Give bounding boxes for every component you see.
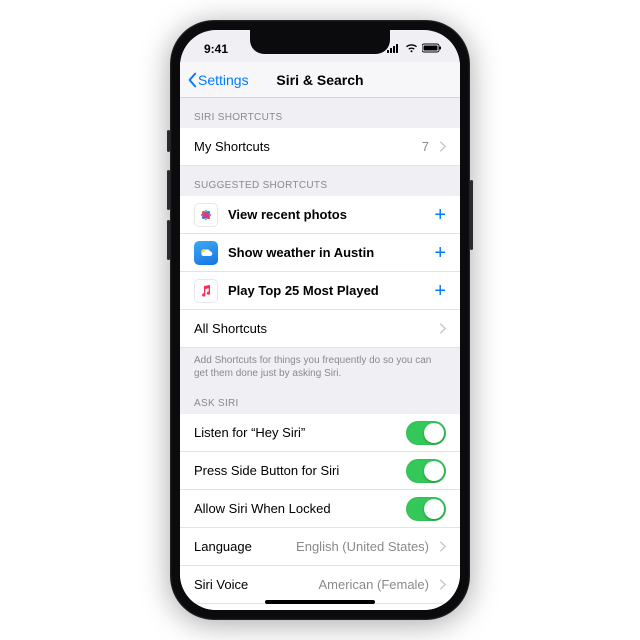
add-shortcut-button[interactable]: + [434, 205, 446, 225]
side-button [470, 180, 473, 250]
chevron-right-icon [439, 141, 446, 152]
settings-scroll[interactable]: SIRI SHORTCUTS My Shortcuts 7 SUGGESTED … [180, 98, 460, 610]
row-label: Siri Voice [194, 577, 308, 592]
row-suggested-music[interactable]: Play Top 25 Most Played + [180, 272, 460, 310]
nav-bar: Settings Siri & Search [180, 62, 460, 98]
mute-switch [167, 130, 170, 152]
section-header-suggested: SUGGESTED SHORTCUTS [180, 166, 460, 196]
row-listen-hey-siri[interactable]: Listen for “Hey Siri” [180, 414, 460, 452]
home-indicator[interactable] [265, 600, 375, 604]
back-label: Settings [198, 72, 249, 88]
volume-up-button [167, 170, 170, 210]
row-label: Press Side Button for Siri [194, 463, 396, 478]
notch [250, 30, 390, 54]
row-label: All Shortcuts [194, 321, 429, 336]
row-detail: American (Female) [318, 577, 429, 592]
row-my-shortcuts[interactable]: My Shortcuts 7 [180, 128, 460, 166]
row-suggested-weather[interactable]: Show weather in Austin + [180, 234, 460, 272]
row-label: View recent photos [228, 207, 424, 222]
add-shortcut-button[interactable]: + [434, 281, 446, 301]
toggle-switch[interactable] [406, 459, 446, 483]
screen: 9:41 Settings Siri & Search SIRI [180, 30, 460, 610]
section-header-ask-siri: ASK SIRI [180, 384, 460, 414]
status-time: 9:41 [204, 42, 228, 56]
row-label: Allow Siri When Locked [194, 501, 396, 516]
row-detail: English (United States) [296, 539, 429, 554]
row-all-shortcuts[interactable]: All Shortcuts [180, 310, 460, 348]
toggle-switch[interactable] [406, 497, 446, 521]
row-label: Play Top 25 Most Played [228, 283, 424, 298]
chevron-right-icon [439, 541, 446, 552]
wifi-icon [405, 42, 418, 56]
photos-app-icon [194, 203, 218, 227]
device-frame: 9:41 Settings Siri & Search SIRI [170, 20, 470, 620]
row-press-side-button[interactable]: Press Side Button for Siri [180, 452, 460, 490]
battery-icon [422, 42, 442, 56]
row-voice-feedback[interactable]: Voice Feedback Always [180, 604, 460, 610]
add-shortcut-button[interactable]: + [434, 243, 446, 263]
row-label: My Shortcuts [194, 139, 412, 154]
chevron-left-icon [186, 72, 198, 88]
section-footer-suggested: Add Shortcuts for things you frequently … [180, 348, 460, 384]
row-detail-count: 7 [422, 139, 429, 154]
toggle-switch[interactable] [406, 421, 446, 445]
row-label: Listen for “Hey Siri” [194, 425, 396, 440]
row-siri-voice[interactable]: Siri Voice American (Female) [180, 566, 460, 604]
chevron-right-icon [439, 579, 446, 590]
row-label: Language [194, 539, 286, 554]
status-indicators [387, 42, 442, 56]
row-language[interactable]: Language English (United States) [180, 528, 460, 566]
weather-app-icon [194, 241, 218, 265]
section-header-siri-shortcuts: SIRI SHORTCUTS [180, 98, 460, 128]
row-suggested-photos[interactable]: View recent photos + [180, 196, 460, 234]
volume-down-button [167, 220, 170, 260]
back-button[interactable]: Settings [186, 72, 249, 88]
nav-title: Siri & Search [276, 72, 363, 88]
chevron-right-icon [439, 323, 446, 334]
row-label: Show weather in Austin [228, 245, 424, 260]
music-app-icon [194, 279, 218, 303]
row-allow-when-locked[interactable]: Allow Siri When Locked [180, 490, 460, 528]
